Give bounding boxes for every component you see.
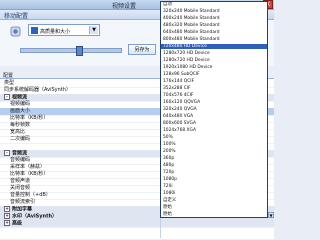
property-label: 音频声道 xyxy=(10,178,31,184)
property-label: 宽高比 xyxy=(10,129,26,135)
dropdown-option[interactable]: 720x480 HD Device xyxy=(161,44,267,49)
window-title: 视频设置 xyxy=(112,3,137,10)
dropdown-option[interactable]: 800x600 SVGA xyxy=(161,121,267,126)
property-label: 音频流索引 xyxy=(10,199,36,205)
dropdown-option[interactable]: 400x240 Mobile Standard xyxy=(161,16,267,21)
property-name: 二次编码 xyxy=(10,136,30,143)
dropdown-option[interactable]: 640x480 VGA xyxy=(161,114,267,119)
section-title: 移动配置 xyxy=(4,13,29,20)
property-name: 视频编码 xyxy=(10,101,30,108)
property-name: 宽高比 xyxy=(10,129,25,136)
property-label: 关闭音频 xyxy=(10,185,31,191)
property-name: 画面大小 xyxy=(10,108,30,115)
property-label: 视频编码 xyxy=(10,101,31,107)
property-label: 水印（AviSynth） xyxy=(12,213,58,220)
property-name: 采样率（赫兹） xyxy=(10,164,45,171)
dropdown-option[interactable]: 128x96 SubQCIF xyxy=(161,72,267,77)
dropdown-option[interactable]: 1280x720 HD Device xyxy=(161,58,267,63)
property-label: 音频流 xyxy=(12,150,28,157)
property-name: 比特率（KB/秒） xyxy=(10,115,48,122)
dropdown-option[interactable]: 1080i xyxy=(161,191,267,196)
dropdown-option[interactable]: 704x576 4CIF xyxy=(161,93,267,98)
property-name: + 高级 xyxy=(4,220,22,228)
dropdown-option[interactable]: 50% xyxy=(161,135,267,140)
expand-toggle-icon[interactable]: + xyxy=(4,213,10,219)
property-label: 类型 xyxy=(4,80,15,86)
property-name: 音频流索引 xyxy=(10,199,35,206)
dropdown-option[interactable]: 176x144 QCIF xyxy=(161,79,267,84)
device-icon xyxy=(10,26,21,37)
dropdown-option[interactable]: 320x240 Mobile Standard xyxy=(161,9,267,14)
profile-chip-icon xyxy=(31,27,38,34)
dropdown-scroll-arrow[interactable]: ▼ xyxy=(268,212,274,218)
dropdown-option[interactable]: 360p xyxy=(161,156,267,161)
property-name: 比特率（KB/秒） xyxy=(10,171,48,178)
dropdown-option[interactable]: 720i xyxy=(161,184,267,189)
property-label: 同步系统解码器（AviSynth） xyxy=(4,87,71,93)
property-label: 画面大小 xyxy=(10,108,31,114)
expand-toggle-icon[interactable]: + xyxy=(4,220,10,226)
device-profile-select[interactable]: 高质量和大小 ▼ xyxy=(28,24,100,36)
property-label: 音量控制（+dB） xyxy=(10,192,51,198)
property-label: 音频编码 xyxy=(10,157,31,163)
save-as-button[interactable]: 另存为 xyxy=(128,44,156,55)
dropdown-option[interactable]: 1920x1080 HD Device xyxy=(161,65,267,70)
expand-toggle-icon[interactable]: - xyxy=(4,94,10,100)
property-name: 每秒帧数 xyxy=(10,122,30,129)
dropdown-option[interactable]: 200% xyxy=(161,149,267,154)
dropdown-option[interactable]: 自定义 xyxy=(161,198,267,203)
dropdown-option[interactable]: 原始 xyxy=(161,212,267,217)
property-name: 音频声道 xyxy=(10,178,30,185)
property-label: 附加字幕 xyxy=(12,206,33,213)
dropdown-option[interactable]: 640x480 Mobile Standard xyxy=(161,30,267,35)
chevron-down-icon[interactable]: ▼ xyxy=(89,26,98,34)
dropdown-option[interactable]: 1280x720 HD Device xyxy=(161,51,267,56)
property-name: 关闭音频 xyxy=(10,185,30,192)
category-row[interactable]: + 高级 xyxy=(0,220,274,228)
expand-toggle-icon[interactable]: + xyxy=(4,206,10,212)
property-label: 每秒帧数 xyxy=(10,122,31,128)
dropdown-option[interactable]: 原始 xyxy=(161,205,267,210)
dropdown-option[interactable]: 480x320 Mobile Standard xyxy=(161,23,267,28)
quality-slider[interactable] xyxy=(20,46,122,56)
dropdown-option[interactable]: 720p xyxy=(161,170,267,175)
property-label: 比特率（KB/秒） xyxy=(10,171,49,177)
dropdown-option[interactable]: 480p xyxy=(161,163,267,168)
quality-slider-thumb[interactable] xyxy=(76,46,83,56)
dropdown-option[interactable]: 1024x768 XGA xyxy=(161,128,267,133)
dropdown-option[interactable]: 352x288 CIF xyxy=(161,86,267,91)
frame-size-dropdown[interactable]: 自动 320x240 Mobile Standard 400x240 Mobile … xyxy=(160,1,268,218)
dropdown-option[interactable]: 320x240 QVGA xyxy=(161,107,267,112)
property-label: 比特率（KB/秒） xyxy=(10,115,49,121)
property-name: 音量控制（+dB） xyxy=(10,192,51,199)
device-profile-value: 高质量和大小 xyxy=(40,29,71,35)
property-label: 采样率（赫兹） xyxy=(10,164,46,170)
property-label: 高级 xyxy=(12,220,23,227)
property-label: 二次编码 xyxy=(10,136,31,142)
dropdown-option[interactable]: 1080p xyxy=(161,177,267,182)
dropdown-option[interactable]: 自动 xyxy=(161,2,267,7)
property-name: 类型 xyxy=(4,80,14,87)
dropdown-option[interactable]: 160x120 QQVGA xyxy=(161,100,267,105)
property-label: 视频流 xyxy=(12,94,28,101)
dropdown-option[interactable]: 800x480 Mobile Standard xyxy=(161,37,267,42)
dropdown-option[interactable]: 100% xyxy=(161,142,267,147)
expand-toggle-icon[interactable]: - xyxy=(4,150,10,156)
property-name: 音频编码 xyxy=(10,157,30,164)
property-name: 同步系统解码器（AviSynth） xyxy=(4,87,71,94)
